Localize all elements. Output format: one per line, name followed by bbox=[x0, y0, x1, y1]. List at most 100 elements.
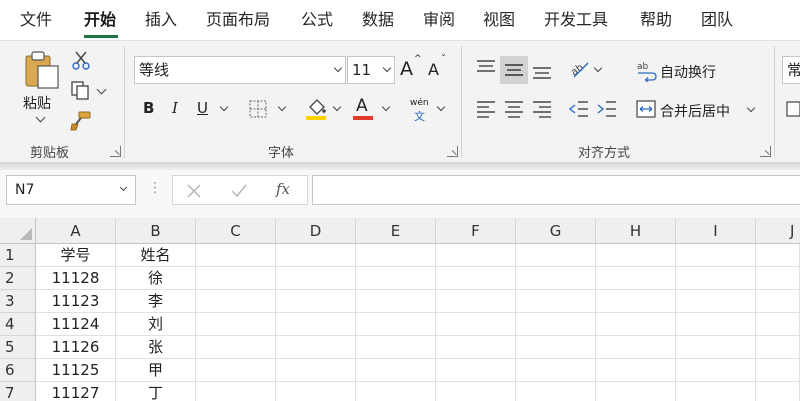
increase-font-size-button[interactable]: A ^ bbox=[400, 54, 422, 84]
cell-i6[interactable] bbox=[676, 359, 756, 382]
decrease-font-size-button[interactable]: A ˇ bbox=[428, 54, 450, 86]
cell-c2[interactable] bbox=[196, 267, 276, 290]
alignment-launcher-icon[interactable] bbox=[760, 146, 771, 157]
cut-icon[interactable] bbox=[72, 50, 90, 70]
cell-h3[interactable] bbox=[596, 290, 676, 313]
number-format-combo[interactable]: 常 bbox=[782, 56, 800, 84]
tab-page-layout[interactable]: 页面布局 bbox=[206, 0, 270, 40]
cell-f2[interactable] bbox=[436, 267, 516, 290]
format-painter-icon[interactable] bbox=[70, 110, 92, 132]
column-header-a[interactable]: A bbox=[36, 218, 116, 244]
cell-b4[interactable]: 刘 bbox=[116, 313, 196, 336]
cell-a1[interactable]: 学号 bbox=[36, 244, 116, 267]
tab-home[interactable]: 开始 bbox=[84, 0, 116, 40]
cell-i1[interactable] bbox=[676, 244, 756, 267]
cell-e6[interactable] bbox=[356, 359, 436, 382]
cell-f1[interactable] bbox=[436, 244, 516, 267]
cell-e4[interactable] bbox=[356, 313, 436, 336]
column-header-f[interactable]: F bbox=[436, 218, 516, 244]
cell-i4[interactable] bbox=[676, 313, 756, 336]
cell-a5[interactable]: 11126 bbox=[36, 336, 116, 359]
column-header-b[interactable]: B bbox=[116, 218, 196, 244]
insert-function-button[interactable]: fx bbox=[276, 180, 290, 198]
underline-button[interactable]: U bbox=[197, 99, 208, 117]
cell-d6[interactable] bbox=[276, 359, 356, 382]
column-header-e[interactable]: E bbox=[356, 218, 436, 244]
align-left-icon[interactable] bbox=[475, 99, 497, 119]
cell-c7[interactable] bbox=[196, 382, 276, 401]
cell-f7[interactable] bbox=[436, 382, 516, 401]
tab-developer[interactable]: 开发工具 bbox=[544, 0, 608, 40]
cell-f3[interactable] bbox=[436, 290, 516, 313]
wrap-text-label[interactable]: 自动换行 bbox=[660, 62, 716, 82]
cell-h5[interactable] bbox=[596, 336, 676, 359]
select-all-button[interactable] bbox=[0, 218, 36, 244]
column-header-c[interactable]: C bbox=[196, 218, 276, 244]
merge-center-label[interactable]: 合并后居中 bbox=[660, 101, 730, 121]
cell-f5[interactable] bbox=[436, 336, 516, 359]
cell-g3[interactable] bbox=[516, 290, 596, 313]
cell-c4[interactable] bbox=[196, 313, 276, 336]
cell-h6[interactable] bbox=[596, 359, 676, 382]
bottom-align-icon[interactable] bbox=[531, 62, 553, 82]
cell-f4[interactable] bbox=[436, 313, 516, 336]
cell-d7[interactable] bbox=[276, 382, 356, 401]
cell-i7[interactable] bbox=[676, 382, 756, 401]
cell-d4[interactable] bbox=[276, 313, 356, 336]
column-header-g[interactable]: G bbox=[516, 218, 596, 244]
cell-b2[interactable]: 徐 bbox=[116, 267, 196, 290]
copy-icon[interactable] bbox=[70, 80, 92, 100]
cell-c1[interactable] bbox=[196, 244, 276, 267]
cell-d2[interactable] bbox=[276, 267, 356, 290]
column-header-d[interactable]: D bbox=[276, 218, 356, 244]
enter-check-icon[interactable] bbox=[230, 183, 248, 199]
cell-c3[interactable] bbox=[196, 290, 276, 313]
top-align-icon[interactable] bbox=[475, 58, 497, 78]
cell-b1[interactable]: 姓名 bbox=[116, 244, 196, 267]
orientation-icon[interactable]: ab bbox=[568, 58, 592, 80]
cell-g2[interactable] bbox=[516, 267, 596, 290]
cell-f6[interactable] bbox=[436, 359, 516, 382]
cell-j3[interactable] bbox=[756, 290, 800, 313]
merge-center-icon[interactable] bbox=[636, 100, 656, 118]
tab-data[interactable]: 数据 bbox=[362, 0, 394, 40]
cell-j1[interactable] bbox=[756, 244, 800, 267]
font-launcher-icon[interactable] bbox=[447, 146, 458, 157]
italic-button[interactable]: I bbox=[172, 99, 178, 117]
cell-h1[interactable] bbox=[596, 244, 676, 267]
cell-c6[interactable] bbox=[196, 359, 276, 382]
cell-g6[interactable] bbox=[516, 359, 596, 382]
row-header[interactable]: 4 bbox=[0, 313, 36, 336]
tab-file[interactable]: 文件 bbox=[20, 0, 52, 40]
cell-i3[interactable] bbox=[676, 290, 756, 313]
wrap-text-icon[interactable]: ab bbox=[636, 60, 658, 82]
cell-a7[interactable]: 11127 bbox=[36, 382, 116, 401]
align-center-icon[interactable] bbox=[503, 99, 525, 119]
cell-i5[interactable] bbox=[676, 336, 756, 359]
tab-insert[interactable]: 插入 bbox=[145, 0, 177, 40]
row-header[interactable]: 5 bbox=[0, 336, 36, 359]
borders-icon[interactable] bbox=[248, 99, 268, 119]
row-header[interactable]: 7 bbox=[0, 382, 36, 401]
formula-input[interactable] bbox=[312, 175, 800, 205]
cell-h2[interactable] bbox=[596, 267, 676, 290]
increase-indent-icon[interactable] bbox=[596, 99, 618, 119]
bold-button[interactable]: B bbox=[143, 99, 154, 117]
more-options-icon[interactable]: ⋮ bbox=[148, 180, 162, 196]
tab-help[interactable]: 帮助 bbox=[640, 0, 672, 40]
cell-i2[interactable] bbox=[676, 267, 756, 290]
cell-b7[interactable]: 丁 bbox=[116, 382, 196, 401]
conditional-format-icon[interactable] bbox=[786, 100, 800, 118]
cell-e5[interactable] bbox=[356, 336, 436, 359]
font-color-button[interactable]: A bbox=[353, 96, 375, 122]
cell-j7[interactable] bbox=[756, 382, 800, 401]
fill-color-icon[interactable] bbox=[305, 97, 327, 121]
cell-b3[interactable]: 李 bbox=[116, 290, 196, 313]
cell-e3[interactable] bbox=[356, 290, 436, 313]
cell-a2[interactable]: 11128 bbox=[36, 267, 116, 290]
column-header-h[interactable]: H bbox=[596, 218, 676, 244]
font-name-combo[interactable]: 等线 bbox=[134, 56, 346, 84]
cell-g4[interactable] bbox=[516, 313, 596, 336]
tab-view[interactable]: 视图 bbox=[483, 0, 515, 40]
clipboard-launcher-icon[interactable] bbox=[110, 146, 121, 157]
